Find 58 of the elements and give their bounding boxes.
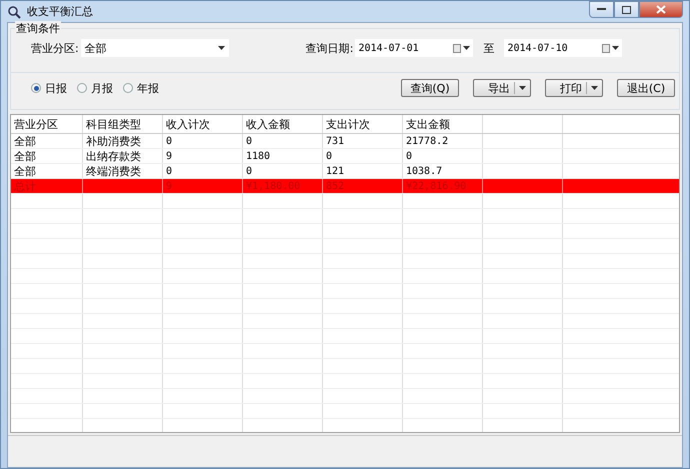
close-button[interactable] [639, 1, 683, 18]
magnifier-icon [7, 4, 21, 18]
calendar-icon [453, 44, 462, 52]
table-cell: 1180 [246, 150, 270, 162]
column-header[interactable]: 科目组类型 [83, 115, 163, 133]
table-cell: 终端消费类 [86, 164, 141, 178]
dropdown-arrow-icon [463, 46, 470, 50]
date-from-field[interactable]: 2014-07-01 [355, 39, 474, 57]
table-cell: 0 [246, 166, 252, 176]
date-label: 查询日期: [306, 40, 354, 56]
to-label: 至 [483, 40, 494, 56]
action-button[interactable]: 查询(Q) [401, 79, 459, 97]
column-header[interactable]: 收入计次 [163, 115, 243, 133]
minimize-icon [597, 8, 606, 11]
dropdown-arrow-icon [519, 86, 526, 90]
table-cell: 全部 [14, 164, 36, 178]
table-cell: ¥22,816.90 [406, 180, 466, 192]
table-cell: 0 [166, 136, 172, 146]
table-cell: 0 [166, 166, 172, 176]
date-to-field[interactable]: 2014-07-10 [504, 39, 622, 57]
action-button[interactable]: 退出(C) [617, 79, 675, 97]
table-cell: 0 [246, 136, 252, 146]
column-header[interactable]: 支出金额 [403, 115, 483, 133]
window-title: 收支平衡汇总 [27, 4, 93, 19]
table-cell: ¥1,180.00 [246, 180, 300, 192]
table-cell: 出纳存款类 [86, 148, 141, 164]
table-cell: 9 [166, 180, 172, 192]
table-cell: 全部 [14, 134, 36, 148]
minimize-button[interactable] [589, 1, 614, 18]
split-button[interactable]: 导出 [473, 79, 531, 97]
column-header[interactable]: 营业分区 [11, 115, 83, 133]
zone-dropdown[interactable]: 全部 [80, 39, 229, 57]
table-cell: 21778.2 [406, 136, 448, 146]
table-cell: 121 [326, 166, 344, 176]
close-icon [656, 5, 666, 14]
table-cell: 0 [406, 150, 412, 162]
table-cell: 731 [326, 136, 344, 146]
dropdown-arrow-icon [218, 46, 225, 50]
calendar-icon [602, 44, 610, 52]
table-cell: 全部 [14, 148, 36, 164]
group-title: 查询条件 [15, 21, 61, 36]
report-type-radio[interactable]: 月报 [77, 80, 113, 96]
dropdown-arrow-icon [612, 46, 620, 50]
maximize-button[interactable] [614, 1, 639, 18]
report-type-radio[interactable]: 年报 [123, 80, 159, 96]
table-cell: 1038.7 [406, 166, 442, 176]
table-cell: 852 [326, 180, 344, 192]
dropdown-arrow-icon [591, 86, 598, 90]
column-header[interactable]: 支出计次 [323, 115, 403, 133]
split-button[interactable]: 打印 [545, 79, 603, 97]
report-type-radio[interactable]: 日报 [31, 80, 67, 96]
maximize-icon [622, 6, 631, 14]
zone-label: 营业分区: [31, 40, 79, 56]
table-cell: 补助消费类 [86, 134, 141, 148]
table-cell: 0 [326, 150, 332, 162]
table-cell: 9 [166, 150, 172, 162]
table-cell: 总计 [14, 178, 36, 194]
column-header[interactable]: 收入金额 [243, 115, 323, 133]
